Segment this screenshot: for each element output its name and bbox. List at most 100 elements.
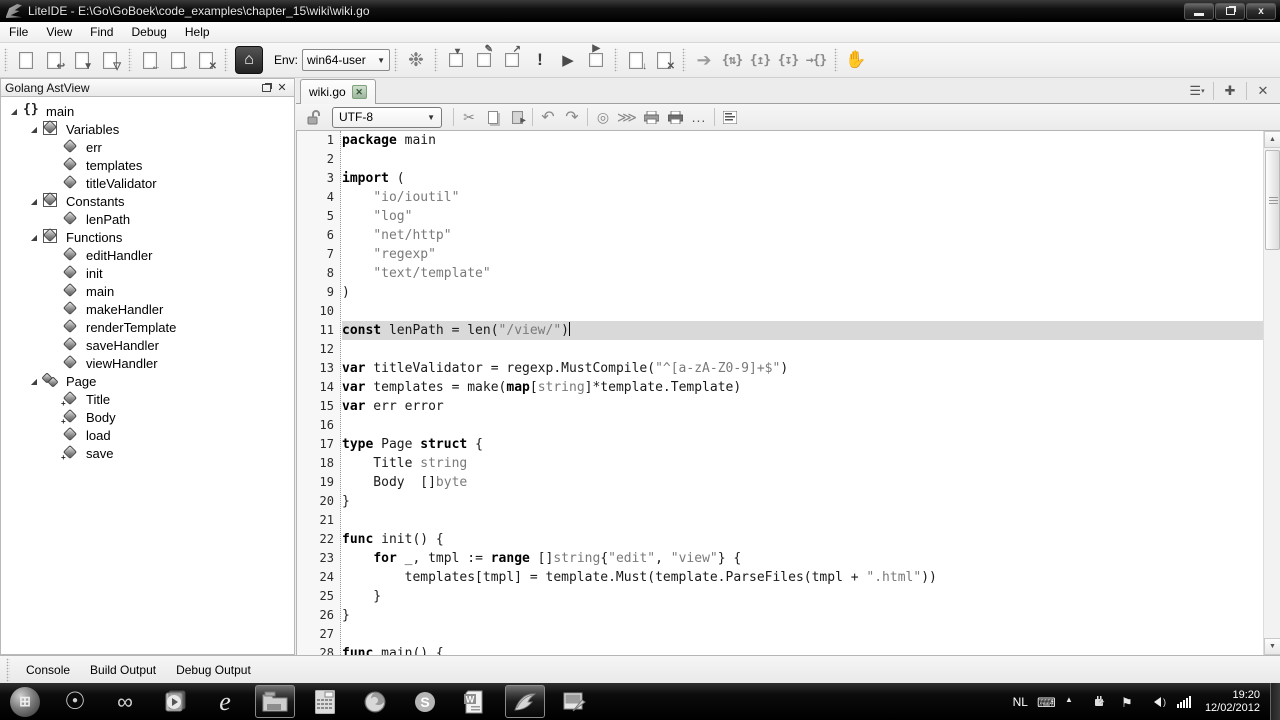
expanded-triangle-icon[interactable]: ◢ [29,125,39,134]
output-tab-build-output[interactable]: Build Output [80,659,166,681]
paste-icon[interactable]: ▸ [505,106,529,128]
tree-item-init[interactable]: init [1,264,294,282]
show-hidden-icons[interactable]: ▲ [1065,695,1083,709]
close-file-button[interactable]: ✕ [193,47,219,73]
save-all-button[interactable]: ▽ [97,47,123,73]
action-center-flag-icon[interactable]: ⚑ [1121,695,1139,709]
options-gear-button[interactable]: ❉ [403,47,429,73]
editor-scrollbar[interactable]: ▲ ▼ [1263,131,1280,655]
tree-item-Variables[interactable]: ◢Variables [1,120,294,138]
tree-item-main[interactable]: main [1,282,294,300]
liteide-icon[interactable] [505,685,545,718]
output-tab-debug-output[interactable]: Debug Output [166,659,261,681]
print-preview-icon[interactable] [663,106,687,128]
code-editor[interactable]: 1234567891011121314151617181920212223242… [296,131,1280,655]
visual-studio-icon[interactable]: ∞ [105,685,145,718]
restore-button[interactable] [1215,3,1245,20]
edit-menu-icon[interactable] [718,106,742,128]
language-indicator[interactable]: NL [1013,695,1028,709]
hand-pan-icon[interactable]: ✋ [843,47,869,73]
indent-button[interactable]: ↓ [623,47,649,73]
stop-button[interactable]: ! [527,47,553,73]
expanded-triangle-icon[interactable]: ◢ [29,377,39,386]
tab-list-menu-icon[interactable]: ☰▾ [1185,81,1209,101]
fold-icon[interactable]: {⇅} [719,47,745,73]
tree-item-viewHandler[interactable]: viewHandler [1,354,294,372]
tree-item-Body[interactable]: +Body [1,408,294,426]
open-file-button[interactable]: ↩ [41,47,67,73]
tree-item-Functions[interactable]: ◢Functions [1,228,294,246]
encoding-select[interactable]: UTF-8 ▼ [332,107,442,128]
tree-item-templates[interactable]: templates [1,156,294,174]
skype-icon[interactable]: S [405,685,445,718]
tree-item-Page[interactable]: ◢Page [1,372,294,390]
print-icon[interactable] [639,106,663,128]
lock-icon[interactable] [302,106,326,128]
internet-explorer-icon[interactable]: e [205,685,245,718]
home-button[interactable]: ⌂ [235,46,263,74]
tree-item-renderTemplate[interactable]: renderTemplate [1,318,294,336]
scrollbar-thumb[interactable] [1265,150,1280,250]
tree-item-makeHandler[interactable]: makeHandler [1,300,294,318]
word-icon[interactable]: W [455,685,495,718]
close-button[interactable]: x [1246,3,1276,20]
run-button[interactable]: ▶ [555,47,581,73]
tree-item-Constants[interactable]: ◢Constants [1,192,294,210]
menu-find[interactable]: Find [81,22,122,42]
record-macro-icon[interactable]: ◎ [591,106,615,128]
clock[interactable]: 19:20 12/02/2012 [1205,689,1260,715]
build-config-button[interactable]: ▾ [443,47,469,73]
volume-icon[interactable]: ) [1149,695,1167,709]
network-signal-icon[interactable] [1177,696,1192,708]
expanded-triangle-icon[interactable]: ◢ [29,233,39,242]
tree-item-err[interactable]: err [1,138,294,156]
new-tab-icon[interactable]: ✚ [1218,81,1242,101]
cut-icon[interactable]: ✂ [457,106,481,128]
close-tab-icon[interactable]: ✕ [1251,81,1275,101]
unfold-all-icon[interactable]: {↧} [775,47,801,73]
expanded-triangle-icon[interactable]: ◢ [29,197,39,206]
power-plug-icon[interactable] [1093,695,1111,709]
save-file-button[interactable]: ▼ [69,47,95,73]
tree-item-Title[interactable]: +Title [1,390,294,408]
menu-view[interactable]: View [37,22,81,42]
run-file-button[interactable]: ▶ [583,47,609,73]
tree-item-saveHandler[interactable]: saveHandler [1,336,294,354]
redo-icon[interactable]: ↷ [560,106,584,128]
tree-item-main[interactable]: ◢{}main [1,102,294,120]
file-explorer-icon[interactable] [255,685,295,718]
firefox-icon[interactable] [355,685,395,718]
calculator-icon[interactable] [305,685,345,718]
tree-item-editHandler[interactable]: editHandler [1,246,294,264]
network-globe-icon[interactable]: ☉ [55,685,95,718]
unfold-icon[interactable]: →{} [803,47,829,73]
fold-all-icon[interactable]: {↥} [747,47,773,73]
scroll-down-icon[interactable]: ▼ [1264,638,1280,655]
tree-item-titleValidator[interactable]: titleValidator [1,174,294,192]
menu-file[interactable]: File [0,22,37,42]
tree-item-lenPath[interactable]: lenPath [1,210,294,228]
more-options-icon[interactable]: ... [687,106,711,128]
tree-item-save[interactable]: +save [1,444,294,462]
undo-icon[interactable]: ↶ [536,106,560,128]
tab-wiki-go[interactable]: wiki.go ✕ [300,79,376,104]
menu-debug[interactable]: Debug [122,22,175,42]
next-file-button[interactable]: → [165,47,191,73]
scroll-up-icon[interactable]: ▲ [1264,131,1280,148]
play-macro-icon[interactable]: ⋙ [615,106,639,128]
copy-icon[interactable] [481,106,505,128]
tab-close-icon[interactable]: ✕ [352,85,367,99]
keyboard-icon[interactable]: ⌨ [1037,695,1055,709]
output-tab-console[interactable]: Console [16,659,80,681]
unindent-button[interactable]: ✕ [651,47,677,73]
media-player-icon[interactable] [155,685,195,718]
prev-file-button[interactable]: ← [137,47,163,73]
float-panel-icon[interactable] [258,81,274,95]
close-panel-icon[interactable]: ✕ [274,81,290,95]
image-viewer-icon[interactable] [555,685,595,718]
show-desktop-button[interactable] [1270,683,1280,720]
minimize-button[interactable] [1184,3,1214,20]
goto-arrow-icon[interactable]: ➔ [691,47,717,73]
env-select[interactable]: win64-user ▼ [302,49,390,71]
build-run-button[interactable]: ↗ [499,47,525,73]
